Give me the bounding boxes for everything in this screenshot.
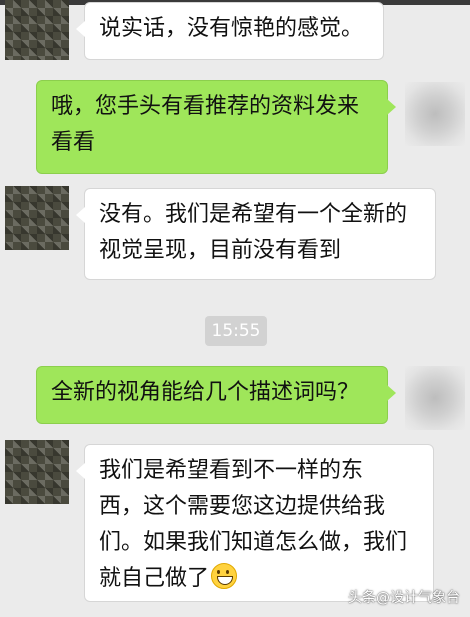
message-text: 视觉呈现，目前没有看到: [99, 238, 342, 263]
grin-emoji-icon: [211, 563, 238, 589]
message-bubble-received[interactable]: 没有。我们是希望有一个全新的 视觉呈现，目前没有看到: [76, 188, 436, 280]
message-text: 们。如果我们知道怎么做，我们: [99, 530, 408, 555]
message-text: 看看: [51, 130, 96, 155]
user-avatar[interactable]: [405, 366, 465, 430]
contact-avatar[interactable]: [5, 186, 69, 250]
message-bubble-received[interactable]: 说实话，没有惊艳的感觉。: [76, 2, 384, 60]
message-bubble-sent[interactable]: 哦，您手头有看推荐的资料发来 看看: [36, 80, 396, 174]
message-bubble-received[interactable]: 我们是希望看到不一样的东 西，这个需要您这边提供给我 们。如果我们知道怎么做，我…: [76, 444, 434, 602]
message-text: 全新的视角能给几个描述词吗？: [51, 380, 360, 405]
user-avatar[interactable]: [405, 82, 465, 146]
message-text: 说实话，没有惊艳的感觉。: [99, 16, 364, 41]
message-text: 就自己做了: [99, 566, 210, 591]
message-text: 西，这个需要您这边提供给我: [99, 494, 386, 519]
watermark: 头条@设计气象台: [348, 590, 460, 606]
message-bubble-sent[interactable]: 全新的视角能给几个描述词吗？: [36, 366, 396, 424]
message-text: 没有。我们是希望有一个全新的: [99, 202, 408, 227]
message-text: 我们是希望看到不一样的东: [99, 458, 364, 483]
contact-avatar[interactable]: [5, 0, 69, 60]
contact-avatar[interactable]: [5, 440, 69, 504]
chat-timestamp: 15:55: [205, 316, 267, 346]
message-text: 哦，您手头有看推荐的资料发来: [51, 94, 360, 119]
